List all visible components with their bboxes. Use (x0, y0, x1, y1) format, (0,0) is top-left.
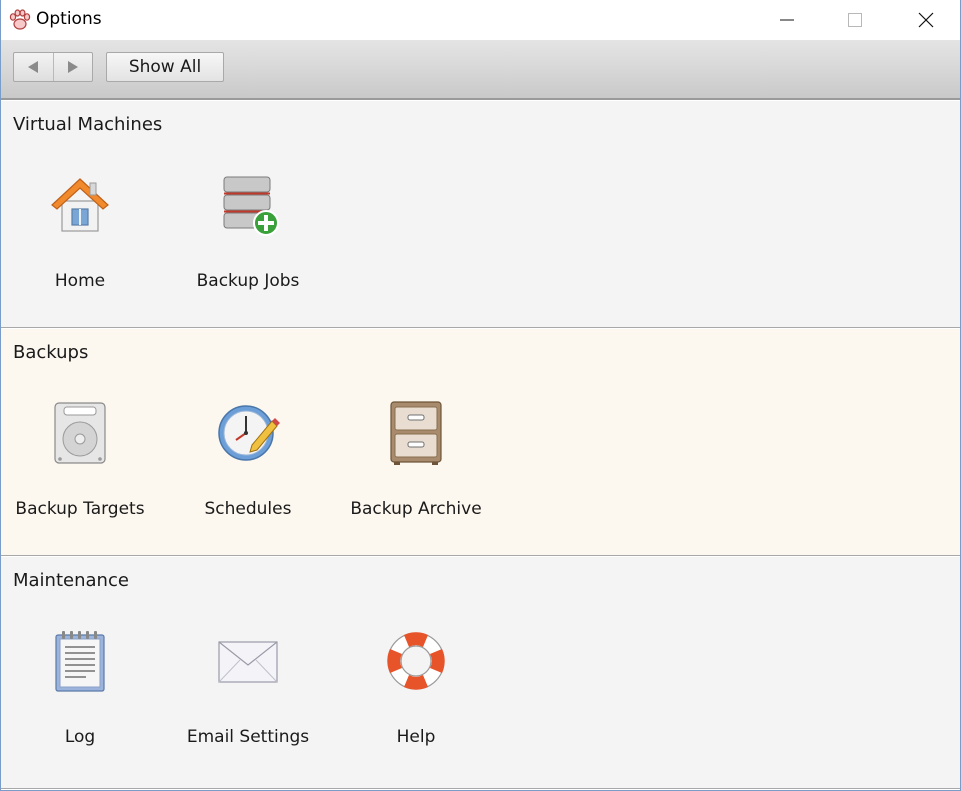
show-all-button[interactable]: Show All (106, 52, 224, 82)
item-label: Home (54, 271, 106, 291)
close-button[interactable] (903, 0, 949, 40)
hard-drive-icon (54, 402, 106, 464)
title-bar: Options (1, 0, 960, 40)
item-label: Backup Targets (15, 499, 145, 519)
section-title: Maintenance (13, 570, 129, 591)
forward-button[interactable] (52, 53, 92, 81)
window-title: Options (36, 9, 102, 29)
item-label: Schedules (204, 499, 292, 519)
close-icon (918, 12, 934, 28)
envelope-icon (218, 641, 278, 683)
section-backups: Backups Backup Targets Schedules Backup … (1, 329, 960, 556)
item-help[interactable]: Help (332, 617, 500, 757)
back-arrow-icon (28, 61, 39, 73)
section-virtual-machines: Virtual Machines Home Backup Jobs (1, 101, 960, 328)
item-backup-targets[interactable]: Backup Targets (1, 389, 164, 529)
item-label: Help (396, 727, 436, 747)
options-window: Options Show All Virtual Machines Home B… (0, 0, 961, 791)
item-backup-jobs[interactable]: Backup Jobs (164, 161, 332, 301)
item-label: Log (64, 727, 96, 747)
item-log[interactable]: Log (1, 617, 164, 757)
navigation-buttons (13, 52, 93, 82)
item-label: Backup Jobs (196, 271, 300, 291)
minimize-icon (780, 19, 794, 21)
maximize-icon (848, 13, 862, 27)
item-backup-archive[interactable]: Backup Archive (332, 389, 500, 529)
section-title: Virtual Machines (13, 114, 163, 135)
paw-icon (9, 9, 31, 30)
item-schedules[interactable]: Schedules (164, 389, 332, 529)
item-label: Email Settings (186, 727, 310, 747)
item-label: Backup Archive (350, 499, 482, 519)
toolbar: Show All (1, 40, 960, 100)
clock-pencil-icon (218, 405, 280, 461)
minimize-button[interactable] (764, 0, 810, 40)
notepad-icon (55, 631, 105, 692)
lifebuoy-icon (387, 632, 445, 690)
back-button[interactable] (14, 53, 53, 81)
section-title: Backups (13, 342, 89, 363)
section-maintenance: Maintenance Log Email Settings Help (1, 557, 960, 789)
item-email-settings[interactable]: Email Settings (164, 617, 332, 757)
filing-cabinet-icon (390, 401, 442, 465)
database-add-icon (223, 176, 279, 236)
item-home[interactable]: Home (1, 161, 164, 301)
forward-arrow-icon (67, 61, 78, 73)
house-icon (51, 178, 109, 232)
maximize-button[interactable] (832, 0, 878, 40)
